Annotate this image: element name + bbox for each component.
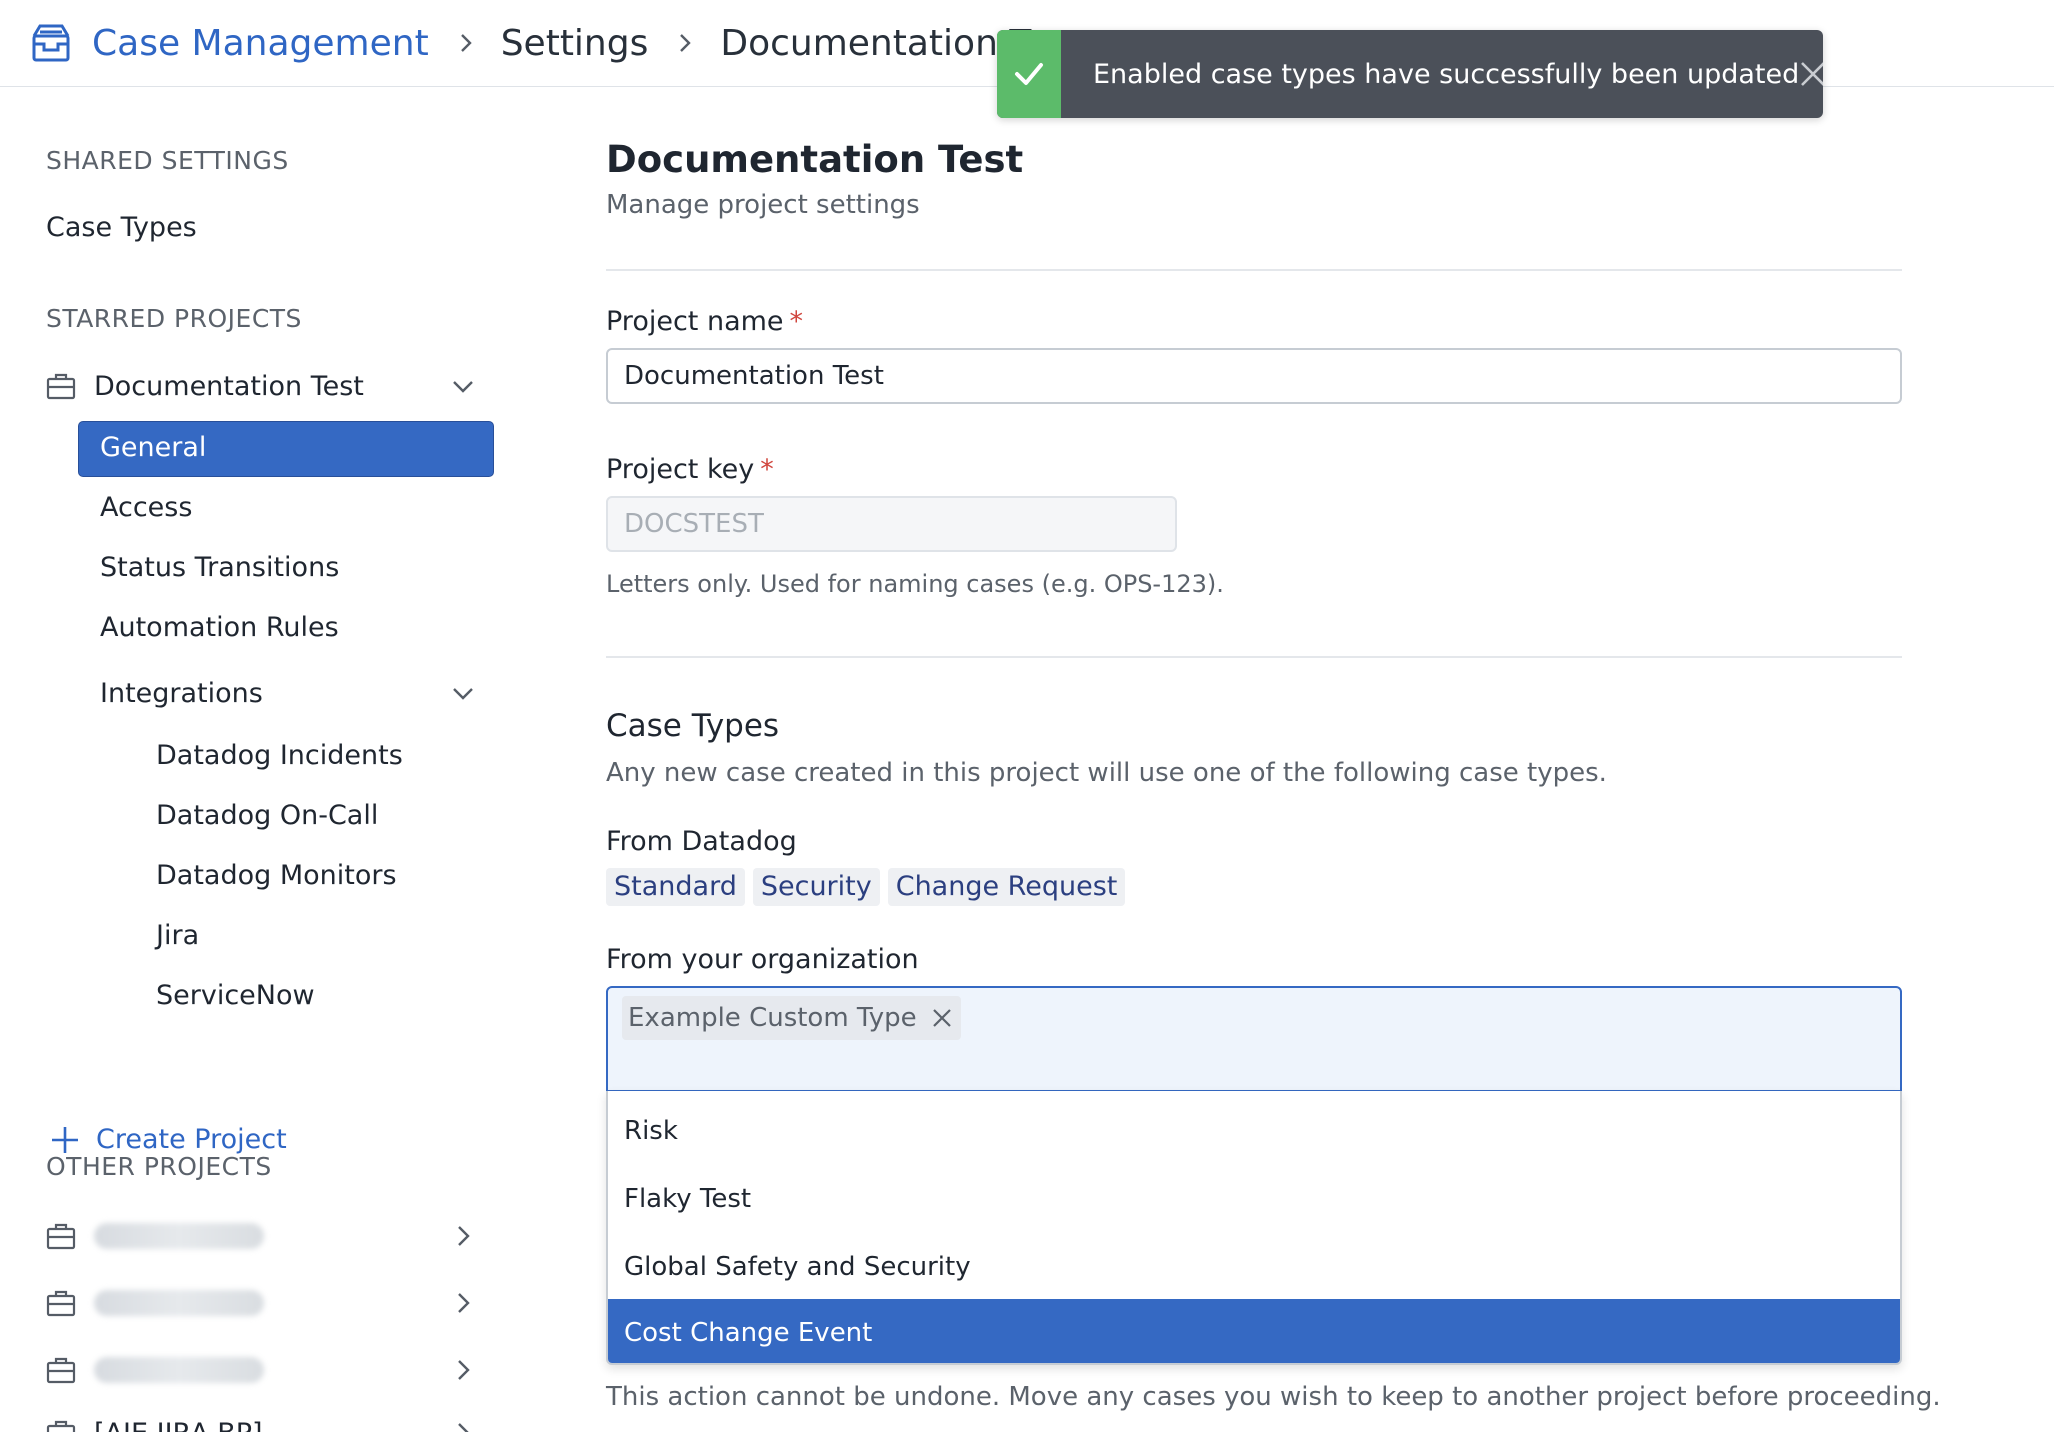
chevron-right-icon bbox=[680, 34, 692, 52]
blurred-project-name bbox=[94, 1223, 264, 1249]
check-icon bbox=[1015, 63, 1043, 85]
case-type-tag-security: Security bbox=[752, 868, 880, 906]
sidebar-item-jira[interactable]: Jira bbox=[156, 920, 199, 951]
close-icon[interactable] bbox=[931, 1007, 953, 1029]
breadcrumb-settings[interactable]: Settings bbox=[501, 23, 649, 64]
sidebar-item-datadog-incidents[interactable]: Datadog Incidents bbox=[156, 740, 403, 771]
org-case-types-multiselect[interactable]: Example Custom Type bbox=[606, 986, 1902, 1092]
case-types-subtitle: Any new case created in this project wil… bbox=[606, 758, 1607, 788]
chevron-down-icon[interactable] bbox=[450, 680, 476, 706]
create-project-button[interactable]: Create Project bbox=[50, 1124, 287, 1155]
chevron-right-icon[interactable] bbox=[450, 1223, 476, 1249]
case-type-tag-standard: Standard bbox=[606, 868, 745, 906]
other-project-row[interactable]: [AIE JIRA BP] bbox=[46, 1408, 476, 1432]
breadcrumb-app[interactable]: Case Management bbox=[92, 23, 429, 64]
dropdown-option-flaky-test[interactable]: Flaky Test bbox=[608, 1165, 1900, 1233]
sidebar: SHARED SETTINGS Case Types STARRED PROJE… bbox=[0, 88, 520, 1432]
sidebar-item-datadog-on-call[interactable]: Datadog On-Call bbox=[156, 800, 378, 831]
briefcase-icon bbox=[46, 1223, 76, 1250]
blurred-project-name bbox=[94, 1357, 264, 1383]
other-project-label: [AIE JIRA BP] bbox=[94, 1418, 450, 1432]
project-key-label-text: Project key bbox=[606, 454, 755, 485]
from-org-label: From your organization bbox=[606, 944, 919, 975]
dropdown-option-cost-change-event[interactable]: Cost Change Event bbox=[608, 1299, 1900, 1363]
sidebar-item-case-types[interactable]: Case Types bbox=[46, 212, 197, 243]
chip-label: Example Custom Type bbox=[628, 1003, 917, 1033]
sidebar-item-integrations[interactable]: Integrations bbox=[100, 668, 476, 718]
project-key-input bbox=[606, 496, 1177, 552]
sidebar-item-automation-rules[interactable]: Automation Rules bbox=[100, 612, 339, 643]
from-datadog-label: From Datadog bbox=[606, 826, 797, 857]
dropdown-option-risk[interactable]: Risk bbox=[608, 1097, 1900, 1165]
case-types-title: Case Types bbox=[606, 708, 780, 744]
other-project-row[interactable] bbox=[46, 1345, 476, 1395]
page-subtitle: Manage project settings bbox=[606, 190, 920, 220]
briefcase-icon bbox=[46, 373, 76, 400]
toast-message: Enabled case types have successfully bee… bbox=[1093, 58, 1800, 90]
sidebar-item-general[interactable]: General bbox=[78, 421, 494, 477]
project-name-label: Project name * bbox=[606, 306, 803, 337]
chevron-down-icon[interactable] bbox=[450, 373, 476, 399]
briefcase-icon bbox=[46, 1357, 76, 1384]
chevron-right-icon[interactable] bbox=[450, 1290, 476, 1316]
starred-project-label: Documentation Test bbox=[94, 370, 364, 402]
selected-case-type-chip: Example Custom Type bbox=[622, 996, 961, 1040]
starred-projects-header: STARRED PROJECTS bbox=[46, 304, 302, 333]
chevron-right-icon bbox=[460, 34, 472, 52]
sidebar-item-datadog-monitors[interactable]: Datadog Monitors bbox=[156, 860, 397, 891]
project-name-input[interactable] bbox=[606, 348, 1902, 404]
blurred-project-name bbox=[94, 1290, 264, 1316]
briefcase-icon bbox=[46, 1290, 76, 1317]
main-content: Documentation Test Manage project settin… bbox=[606, 88, 1941, 1432]
shared-settings-header: SHARED SETTINGS bbox=[46, 146, 289, 175]
project-key-label: Project key * bbox=[606, 454, 774, 485]
sidebar-item-access[interactable]: Access bbox=[100, 492, 192, 523]
delete-warning-text: This action cannot be undone. Move any c… bbox=[606, 1382, 1941, 1412]
briefcase-icon bbox=[46, 1420, 76, 1432]
create-project-label: Create Project bbox=[96, 1124, 287, 1155]
other-projects-header: OTHER PROJECTS bbox=[46, 1152, 272, 1181]
sidebar-item-integrations-label: Integrations bbox=[100, 677, 263, 709]
other-project-row[interactable] bbox=[46, 1211, 476, 1261]
sidebar-item-servicenow[interactable]: ServiceNow bbox=[156, 980, 315, 1011]
close-icon bbox=[1801, 62, 1823, 86]
divider bbox=[606, 656, 1902, 658]
required-mark: * bbox=[789, 306, 804, 337]
sidebar-item-status-transitions[interactable]: Status Transitions bbox=[100, 552, 339, 583]
chevron-right-icon[interactable] bbox=[450, 1357, 476, 1383]
datadog-case-types: Standard Security Change Request bbox=[606, 868, 1126, 906]
case-management-icon bbox=[32, 24, 70, 62]
starred-project-documentation-test[interactable]: Documentation Test bbox=[46, 361, 476, 411]
required-mark: * bbox=[760, 454, 774, 485]
case-type-tag-change-request: Change Request bbox=[887, 868, 1126, 906]
chevron-right-icon[interactable] bbox=[450, 1420, 476, 1432]
project-key-help: Letters only. Used for naming cases (e.g… bbox=[606, 570, 1224, 598]
page-title: Documentation Test bbox=[606, 138, 1024, 181]
plus-icon bbox=[52, 1126, 78, 1153]
sidebar-item-general-label: General bbox=[100, 432, 207, 463]
dropdown-option-global-safety-and-security[interactable]: Global Safety and Security bbox=[608, 1233, 1900, 1301]
divider bbox=[606, 269, 1902, 271]
project-name-label-text: Project name bbox=[606, 306, 784, 337]
case-type-dropdown: Risk Flaky Test Global Safety and Securi… bbox=[606, 1091, 1902, 1365]
other-project-row[interactable] bbox=[46, 1278, 476, 1328]
